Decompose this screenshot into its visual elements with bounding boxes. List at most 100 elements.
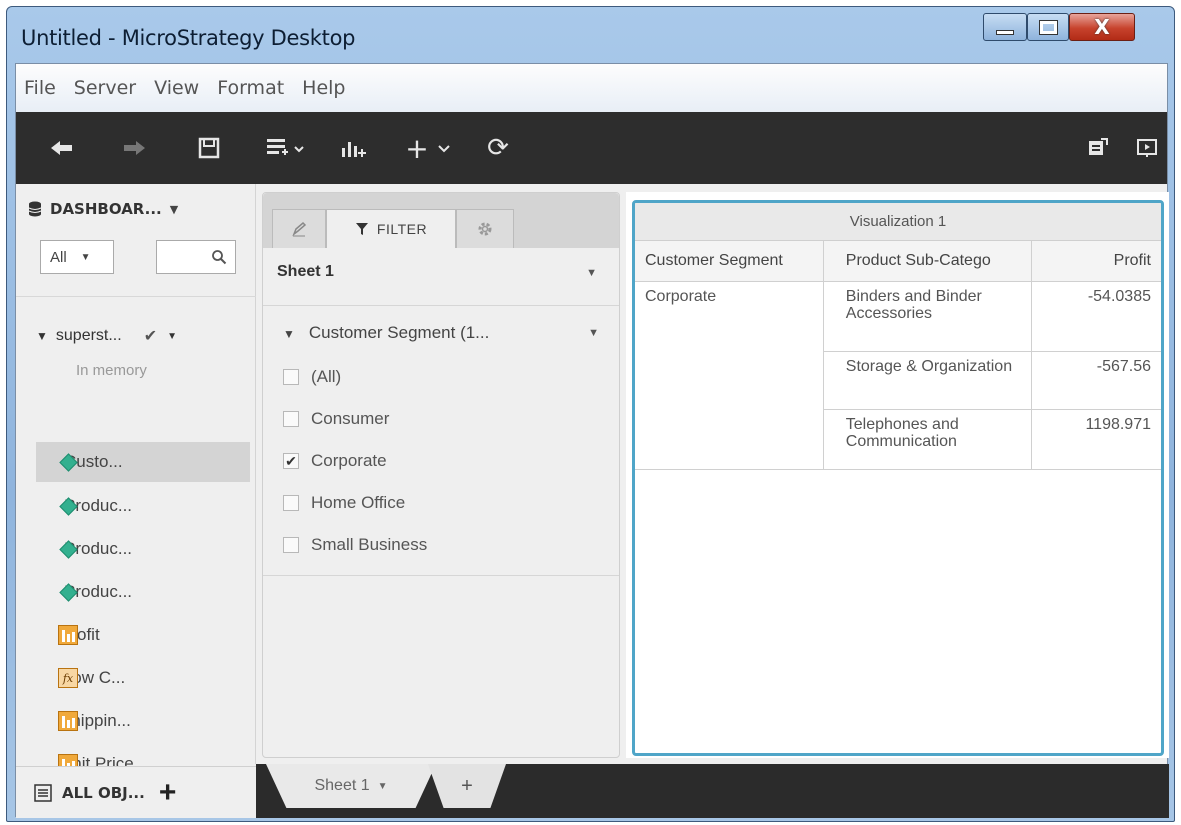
all-objects-bar: ALL OBJ... + (16, 766, 256, 818)
datasets-panel: DASHBOAR... ▼ All ▼ ▼ superst... ✔ ▼ In … (16, 184, 256, 774)
chevron-down-icon[interactable]: ▼ (588, 323, 599, 343)
checkbox[interactable] (283, 411, 299, 427)
sheet-tab[interactable]: Sheet 1 ▼ (266, 764, 436, 808)
canvas: Visualization 1 Customer Segment Product… (626, 192, 1169, 758)
filter-attribute-label: ▼ Customer Segment (1... (283, 323, 489, 343)
checkbox[interactable] (283, 495, 299, 511)
object-item[interactable]: Shippin... (36, 701, 250, 741)
visualization[interactable]: Visualization 1 Customer Segment Product… (632, 200, 1164, 756)
filter-option[interactable]: Consumer (283, 407, 389, 431)
filter-attribute-header[interactable]: ▼ Customer Segment (1... ▼ (283, 323, 599, 343)
tab-editor[interactable] (272, 209, 326, 248)
chevron-down-icon: ▼ (80, 251, 91, 263)
sheet-tab-bar: Sheet 1 ▼ + (256, 764, 1169, 818)
table-cell[interactable]: Binders and Binder Accessories (823, 281, 1033, 352)
menu-format[interactable]: Format (217, 77, 284, 99)
add-visualization-button[interactable] (334, 134, 374, 162)
table-cell[interactable]: -567.56 (1031, 351, 1161, 410)
table-cell[interactable]: Corporate (635, 281, 824, 470)
filter-option-label: Corporate (311, 451, 387, 470)
filter-option[interactable]: Home Office (283, 491, 405, 515)
object-item[interactable]: fx Row C... (36, 658, 250, 698)
close-button[interactable]: X (1069, 13, 1135, 41)
redo-button[interactable] (114, 134, 154, 162)
object-item[interactable]: Custo... (36, 442, 250, 482)
insert-button[interactable]: + (400, 132, 456, 165)
tab-filter-label: FILTER (376, 221, 428, 237)
maximize-button[interactable] (1027, 13, 1069, 41)
presentation-mode-button[interactable] (1130, 134, 1164, 162)
menu-file[interactable]: File (24, 77, 56, 99)
object-type-value: All (50, 248, 67, 266)
chevron-down-icon[interactable]: ▼ (167, 331, 177, 342)
undo-button[interactable] (42, 134, 82, 162)
plus-icon: + (461, 774, 473, 797)
list-icon (34, 783, 52, 802)
app-window: Untitled - MicroStrategy Desktop X File … (6, 6, 1175, 822)
tab-filter[interactable]: FILTER (326, 209, 456, 248)
sheet-tab-label: Sheet 1 (314, 777, 370, 794)
pencil-icon (292, 221, 307, 237)
menu-help[interactable]: Help (302, 77, 345, 99)
refresh-button[interactable]: ⟳ (478, 133, 518, 163)
filter-option[interactable]: (All) (283, 365, 341, 389)
column-header[interactable]: Customer Segment (635, 241, 824, 282)
divider (263, 575, 619, 576)
datasets-menu[interactable]: DASHBOAR... ▼ (28, 200, 178, 218)
object-item[interactable]: Produc... (36, 572, 250, 612)
search-input[interactable] (156, 240, 236, 274)
filter-option[interactable]: ✔ Corporate (283, 449, 387, 473)
metric-icon (58, 625, 78, 645)
save-button[interactable] (192, 134, 226, 162)
chevron-down-icon (438, 145, 450, 153)
minimize-button[interactable] (983, 13, 1027, 41)
filter-option-label: Home Office (311, 493, 406, 512)
table-cell[interactable]: Storage & Organization (823, 351, 1033, 410)
save-icon (198, 137, 220, 159)
menu-view[interactable]: View (154, 77, 199, 99)
check-icon: ✔ (143, 328, 158, 345)
dataset-header[interactable]: ▼ superst... ✔ ▼ (36, 326, 246, 346)
table-cell[interactable]: 1198.971 (1031, 409, 1161, 470)
object-item[interactable]: Profit (36, 615, 250, 655)
add-sheet-button[interactable]: + (428, 764, 506, 808)
title-bar[interactable]: Untitled - MicroStrategy Desktop X (7, 7, 1174, 61)
add-data-button[interactable] (260, 134, 314, 162)
column-header[interactable]: Product Sub-Catego (823, 241, 1033, 282)
object-type-select[interactable]: All ▼ (40, 240, 114, 274)
menu-server[interactable]: Server (74, 77, 136, 99)
chevron-down-icon: ▼ (586, 267, 597, 279)
add-dataset-button[interactable]: + (159, 777, 177, 808)
toolbar: + ⟳ (16, 112, 1167, 184)
editor-tabs: FILTER (263, 193, 619, 248)
redo-icon (124, 141, 145, 155)
column-header[interactable]: Profit (1031, 241, 1161, 282)
visualization-title[interactable]: Visualization 1 (635, 203, 1161, 241)
undo-icon (51, 141, 72, 155)
divider (16, 296, 256, 297)
editor-panel: FILTER Sheet 1 ▼ ▼ Customer Segment (1...… (262, 192, 620, 758)
menu-bar: File Server View Format Help (16, 64, 1167, 112)
minimize-icon (996, 29, 1014, 35)
tab-format[interactable] (456, 209, 514, 248)
client-area: File Server View Format Help + ⟳ DASHBOA… (15, 63, 1169, 818)
maximize-icon (1038, 19, 1058, 35)
table-cell[interactable]: Telephones and Communication (823, 409, 1033, 470)
table-header-row: Customer Segment Product Sub-Catego Prof… (635, 241, 1161, 282)
all-objects-label[interactable]: ALL OBJ... (62, 784, 145, 802)
checkbox-checked[interactable]: ✔ (283, 453, 299, 469)
filter-option[interactable]: Small Business (283, 533, 427, 557)
checkbox[interactable] (283, 369, 299, 385)
collapse-icon[interactable]: ▼ (36, 329, 48, 343)
filter-option-label: Small Business (311, 535, 428, 554)
chevron-down-icon[interactable]: ▼ (378, 781, 388, 792)
checkbox[interactable] (283, 537, 299, 553)
filter-option-label: (All) (311, 367, 342, 386)
table-cell[interactable]: -54.0385 (1031, 281, 1161, 352)
gear-icon (478, 222, 492, 236)
object-item[interactable]: Produc... (36, 486, 250, 526)
export-button[interactable] (1080, 134, 1116, 162)
sheet-select[interactable]: Sheet 1 ▼ (277, 263, 597, 281)
database-icon (28, 201, 42, 217)
object-item[interactable]: Produc... (36, 529, 250, 569)
